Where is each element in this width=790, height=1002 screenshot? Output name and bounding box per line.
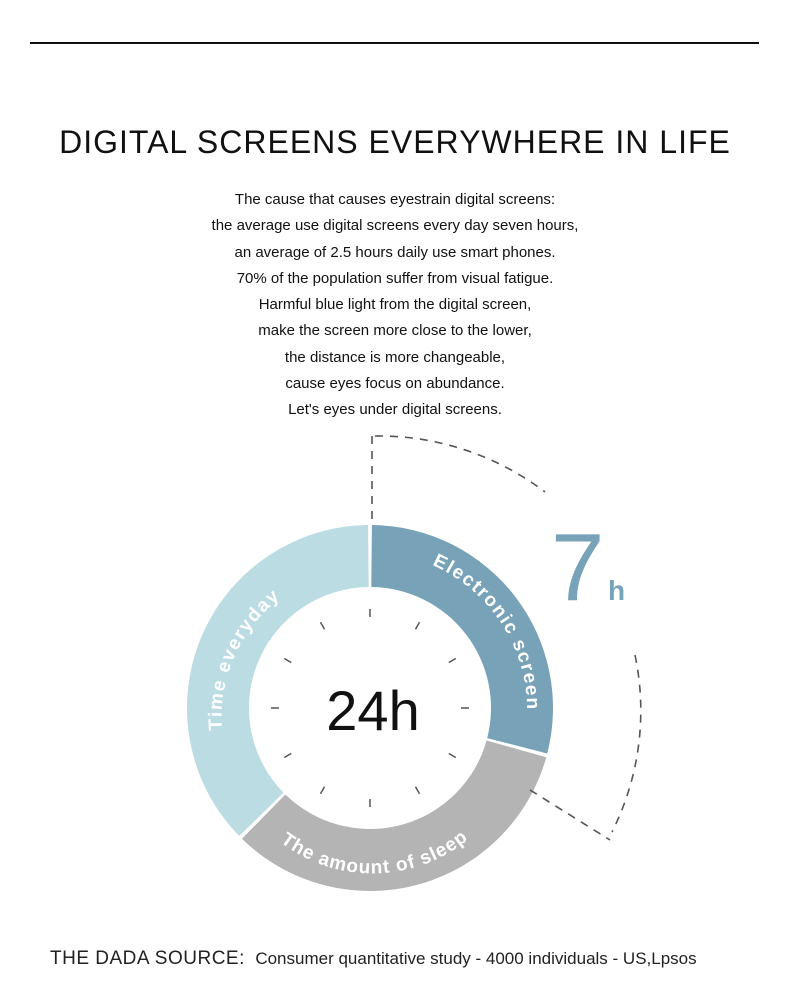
highlight-number: 7 [551, 514, 604, 621]
clock-tick [448, 752, 457, 759]
clock-tick [283, 657, 292, 664]
clock-tick [448, 657, 457, 664]
clock-tick [283, 752, 292, 759]
callout-dashed-line [529, 789, 611, 841]
donut-chart: 7 h Electronic screens Time everyday The… [0, 0, 642, 891]
clock-tick [319, 786, 326, 795]
callout-dashed-arc [611, 654, 642, 833]
source-text: Consumer quantitative study - 4000 indiv… [255, 949, 697, 968]
highlight-unit: h [608, 575, 625, 606]
callout-dashed-arc [374, 435, 546, 493]
source-label: THE DADA SOURCE: [50, 948, 245, 969]
source-note: THE DADA SOURCE: Consumer quantitative s… [50, 948, 697, 970]
clock-tick [414, 786, 421, 795]
center-label: 24h [326, 679, 419, 742]
clock-tick [319, 621, 326, 630]
clock-tick [414, 621, 421, 630]
